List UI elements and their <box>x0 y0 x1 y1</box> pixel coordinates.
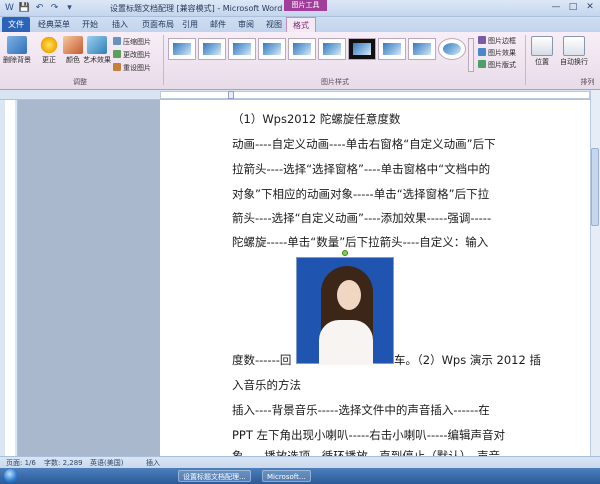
redo-icon[interactable]: ↷ <box>48 2 61 15</box>
maximize-button[interactable]: □ <box>565 1 581 14</box>
change-picture-label: 更改图片 <box>123 51 151 59</box>
selected-picture[interactable] <box>296 257 394 365</box>
picture-layout-label: 图片版式 <box>488 61 516 69</box>
picture-style-thumb[interactable] <box>348 38 376 60</box>
change-picture-icon <box>113 50 121 58</box>
doc-heading-line[interactable]: （1）Wps2012 陀螺旋任意度数 <box>232 107 550 132</box>
picture-style-thumb[interactable] <box>228 38 256 60</box>
picture-effects-icon <box>478 48 486 56</box>
picture-border-label: 图片边框 <box>488 37 516 45</box>
picture-border-button[interactable]: 图片边框 <box>478 36 516 47</box>
artistic-effects-label: 艺术效果 <box>83 56 111 64</box>
taskbar: 设置标题文档配理... Microsoft... <box>0 468 600 484</box>
undo-icon[interactable]: ↶ <box>33 2 46 15</box>
picture-style-thumb[interactable] <box>168 38 196 60</box>
close-button[interactable]: ✕ <box>582 1 598 14</box>
position-button[interactable]: 位置 <box>527 35 557 73</box>
gallery-scroll[interactable] <box>468 38 474 72</box>
status-bar: 页面: 1/6 字数: 2,289 英语(美国) 插入 <box>0 456 600 468</box>
group-label-arrange: 排列 <box>580 78 595 86</box>
photo-face <box>337 280 361 310</box>
compress-icon <box>113 37 121 45</box>
photo-shirt <box>319 320 373 365</box>
tab-page-layout[interactable]: 页面布局 <box>136 17 180 32</box>
tab-format[interactable]: 格式 <box>286 17 316 32</box>
compress-label: 压缩图片 <box>123 38 151 46</box>
tab-home[interactable]: 开始 <box>76 17 104 32</box>
color-icon <box>63 36 83 54</box>
customize-qat-icon[interactable]: ▾ <box>63 2 76 15</box>
picture-border-icon <box>478 36 486 44</box>
artistic-effects-button[interactable]: 艺术效果 <box>82 35 112 73</box>
remove-background-label: 删除背景 <box>3 56 31 64</box>
tab-review[interactable]: 审阅 <box>232 17 260 32</box>
reset-picture-label: 重设图片 <box>123 64 151 72</box>
doc-line[interactable]: 陀螺旋-----单击“数量”后下拉箭头----自定义：输入 <box>232 230 550 255</box>
picture-layout-icon <box>478 60 486 68</box>
picture-style-thumb[interactable] <box>288 38 316 60</box>
tab-view[interactable]: 视图 <box>260 17 288 32</box>
change-picture-button[interactable]: 更改图片 <box>113 50 151 61</box>
tab-mailings[interactable]: 邮件 <box>204 17 232 32</box>
picture-style-thumb[interactable] <box>378 38 406 60</box>
doc-line[interactable]: PPT 左下角出现小喇叭-----右击小喇叭-----编辑声音对 <box>232 423 550 448</box>
picture-style-thumb[interactable] <box>318 38 346 60</box>
group-separator <box>163 35 164 85</box>
doc-line[interactable]: 拉箭头----选择“选择窗格”----单击窗格中“文档中的 <box>232 157 550 182</box>
ruler-text-area <box>160 91 590 99</box>
doc-line[interactable]: 对象”下相应的动画对象-----单击“选择窗格”后下拉 <box>232 182 550 207</box>
start-button[interactable] <box>4 469 18 483</box>
taskbar-item[interactable]: Microsoft... <box>262 470 311 482</box>
picture-style-thumb[interactable] <box>438 38 466 60</box>
tab-references[interactable]: 引用 <box>176 17 204 32</box>
tab-classic-menu[interactable]: 经典菜单 <box>32 17 76 32</box>
picture-style-thumb[interactable] <box>258 38 286 60</box>
position-icon <box>531 36 553 56</box>
taskbar-item[interactable]: 设置标题文档配理... <box>178 470 251 482</box>
reset-picture-button[interactable]: 重设图片 <box>113 63 151 74</box>
sun-icon <box>39 36 59 54</box>
picture-effects-label: 图片效果 <box>488 49 516 57</box>
group-label-picture-styles: 图片样式 <box>321 78 349 86</box>
save-icon[interactable]: 💾 <box>18 2 31 15</box>
context-tab-group-label: 图片工具 <box>284 0 327 11</box>
ribbon: 删除背景 更正 颜色 艺术效果 压缩图片 更改图片 重设图片 调整 图片边框 图… <box>0 32 600 90</box>
wrap-text-button[interactable]: 自动换行 <box>555 35 593 73</box>
doc-line[interactable]: 箭头----选择“自定义动画”----添加效果-----强调----- <box>232 206 550 231</box>
doc-line[interactable]: 象-----播放选项，循环播放，直到停止（默认），声音 <box>232 447 550 456</box>
indent-marker[interactable] <box>228 91 234 99</box>
doc-line[interactable]: 入音乐的方法 <box>232 373 550 398</box>
scrollbar-thumb[interactable] <box>591 148 599 226</box>
doc-line[interactable]: 度数------回 <box>232 348 296 373</box>
word-icon[interactable]: W <box>3 2 16 15</box>
tab-file[interactable]: 文件 <box>2 17 30 32</box>
doc-line[interactable]: 插入----背景音乐-----选择文件中的声音插入------在 <box>232 398 550 423</box>
picture-effects-button[interactable]: 图片效果 <box>478 48 516 59</box>
doc-line[interactable]: 车。（2）Wps 演示 2012 插 <box>394 348 554 373</box>
color-label: 颜色 <box>66 56 80 64</box>
picture-style-thumb[interactable] <box>408 38 436 60</box>
rotate-handle[interactable] <box>342 250 348 256</box>
window-title: 设置标题文档配理 [兼容模式] - Microsoft Word <box>110 4 283 13</box>
group-label-adjust: 调整 <box>73 78 87 86</box>
ribbon-tabs: 文件 经典菜单 开始 插入 页面布局 引用 邮件 审阅 视图 格式 <box>0 17 600 32</box>
vertical-scrollbar[interactable] <box>590 90 600 456</box>
tab-insert[interactable]: 插入 <box>106 17 134 32</box>
picture-layout-button[interactable]: 图片版式 <box>478 60 516 71</box>
vertical-ruler-text-area <box>5 100 15 456</box>
title-bar: W 💾 ↶ ↷ ▾ 设置标题文档配理 [兼容模式] - Microsoft Wo… <box>0 0 600 17</box>
minimize-button[interactable]: — <box>548 1 564 14</box>
group-separator <box>525 35 526 85</box>
wrap-text-icon <box>563 36 585 56</box>
remove-background-button[interactable]: 删除背景 <box>2 35 32 73</box>
picture-style-thumb[interactable] <box>198 38 226 60</box>
compress-pictures-button[interactable]: 压缩图片 <box>113 37 151 48</box>
doc-line[interactable]: 动画----自定义动画----单击右窗格“自定义动画”后下 <box>232 132 550 157</box>
remove-background-icon <box>7 36 27 54</box>
position-label: 位置 <box>535 58 549 66</box>
reset-picture-icon <box>113 63 121 71</box>
wrap-text-label: 自动换行 <box>560 58 588 66</box>
artistic-effects-icon <box>87 36 107 54</box>
corrections-label: 更正 <box>42 56 56 64</box>
